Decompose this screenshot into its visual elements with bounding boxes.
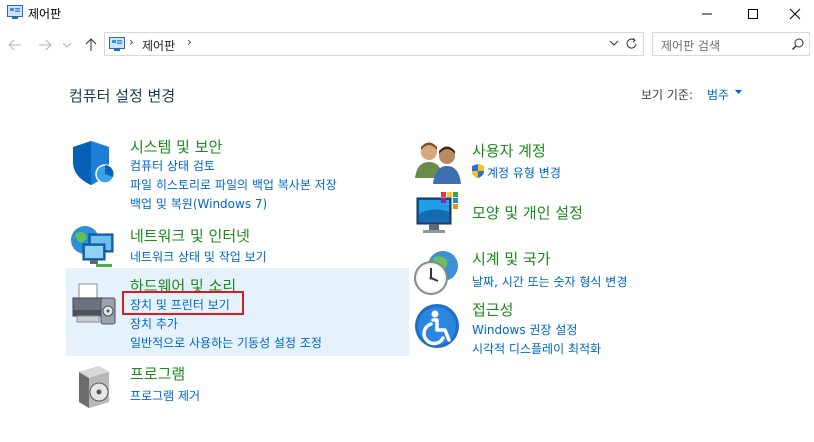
window-title: 제어판 <box>28 7 62 21</box>
ease-of-access-icon[interactable] <box>413 302 463 352</box>
search-icon[interactable] <box>791 37 805 51</box>
category-title-user-accounts[interactable]: 사용자 계정 <box>472 140 546 161</box>
back-button[interactable] <box>6 36 24 54</box>
minimize-icon <box>702 13 712 15</box>
address-bar[interactable]: › 제어판 › <box>104 32 644 56</box>
view-by-dropdown[interactable]: 범주 <box>707 86 729 103</box>
up-button[interactable] <box>82 36 100 54</box>
close-button[interactable] <box>776 0 814 28</box>
clock-globe-icon[interactable] <box>413 248 463 298</box>
link-review-computer-status[interactable]: 컴퓨터 상태 검토 <box>130 157 215 174</box>
control-panel-icon <box>109 37 125 51</box>
category-title-ease-of-access[interactable]: 접근성 <box>472 299 513 320</box>
chevron-down-icon[interactable] <box>609 39 619 47</box>
arrow-up-icon <box>85 38 97 51</box>
category-title-clock-region[interactable]: 시계 및 국가 <box>472 248 551 269</box>
caret-down-icon[interactable] <box>735 90 742 95</box>
link-windows-recommended-settings[interactable]: Windows 권장 설정 <box>472 321 577 338</box>
link-file-history-backup[interactable]: 파일 히스토리로 파일의 백업 복사본 저장 <box>130 176 337 193</box>
annotation-highlight-box <box>122 291 244 315</box>
link-optimize-visual-display[interactable]: 시각적 디스플레이 최적화 <box>472 340 601 357</box>
link-network-status[interactable]: 네트워크 상태 및 작업 보기 <box>130 248 267 265</box>
link-mobility-settings[interactable]: 일반적으로 사용하는 기동성 설정 조정 <box>130 334 322 351</box>
breadcrumb-separator[interactable]: › <box>129 35 134 49</box>
view-by-label: 보기 기준: <box>641 88 694 102</box>
category-title-appearance[interactable]: 모양 및 개인 설정 <box>472 202 583 223</box>
link-change-date-time-format[interactable]: 날짜, 시간 또는 숫자 형식 변경 <box>472 273 627 290</box>
forward-button[interactable] <box>36 36 54 54</box>
search-input[interactable]: 제어판 검색 <box>661 37 720 54</box>
link-add-device[interactable]: 장치 추가 <box>130 315 178 332</box>
close-icon <box>789 8 801 20</box>
uac-shield-icon <box>472 164 484 178</box>
link-uninstall-program[interactable]: 프로그램 제거 <box>130 387 200 404</box>
arrow-left-icon <box>8 39 21 51</box>
page-title: 컴퓨터 설정 변경 <box>69 87 176 105</box>
maximize-button[interactable] <box>730 0 776 28</box>
search-box[interactable]: 제어판 검색 <box>652 32 810 56</box>
refresh-icon[interactable] <box>625 37 639 51</box>
link-change-account-type[interactable]: 계정 유형 변경 <box>487 164 561 181</box>
control-panel-icon <box>7 5 23 19</box>
network-globe-icon[interactable] <box>69 220 119 270</box>
breadcrumb-item[interactable]: 제어판 <box>142 37 175 54</box>
programs-box-icon[interactable] <box>69 362 119 412</box>
chevron-down-icon <box>63 42 71 48</box>
category-title-programs[interactable]: 프로그램 <box>130 363 185 384</box>
link-backup-restore[interactable]: 백업 및 복원(Windows 7) <box>130 195 267 212</box>
security-shield-icon[interactable] <box>69 138 119 188</box>
arrow-right-icon <box>39 39 52 51</box>
category-title-network-internet[interactable]: 네트워크 및 인터넷 <box>130 225 250 246</box>
appearance-personalization-icon[interactable] <box>413 190 463 240</box>
printer-icon[interactable] <box>69 280 119 330</box>
maximize-icon <box>748 9 758 19</box>
recent-locations-button[interactable] <box>61 36 73 54</box>
category-title-system-security[interactable]: 시스템 및 보안 <box>130 136 222 157</box>
minimize-button[interactable] <box>684 0 730 28</box>
breadcrumb-separator[interactable]: › <box>187 35 192 49</box>
title-bar: 제어판 <box>0 0 814 28</box>
user-accounts-icon[interactable] <box>413 138 463 188</box>
